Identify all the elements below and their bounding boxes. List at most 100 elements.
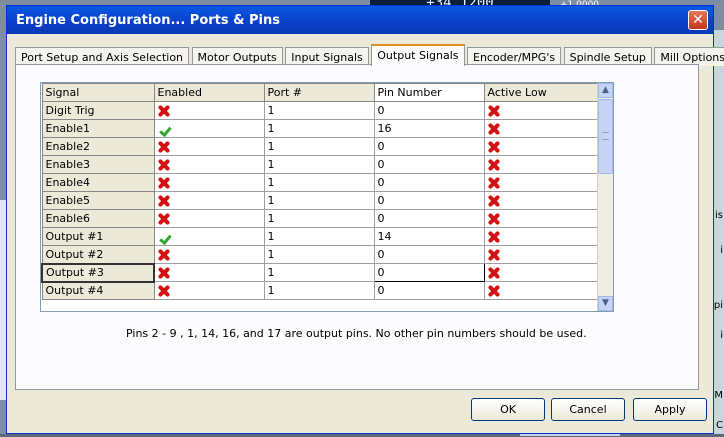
column-header-active-low[interactable]: Active Low: [483, 83, 601, 102]
table-row[interactable]: Enable5 1 0: [41, 191, 601, 210]
port-cell[interactable]: 1: [263, 101, 375, 120]
column-header-pin-number[interactable]: Pin Number: [373, 83, 485, 102]
column-header-signal[interactable]: Signal: [41, 83, 155, 102]
red-x-icon[interactable]: [488, 231, 500, 243]
table-row[interactable]: Enable3 1 0: [41, 155, 601, 174]
port-cell[interactable]: 1: [263, 119, 375, 138]
enabled-cell[interactable]: [153, 119, 265, 138]
red-x-icon[interactable]: [158, 285, 170, 297]
port-cell[interactable]: 1: [263, 227, 375, 246]
table-row[interactable]: Enable6 1 0: [41, 209, 601, 228]
red-x-icon[interactable]: [488, 141, 500, 153]
dialog-titlebar[interactable]: Engine Configuration... Ports & Pins ✕: [7, 6, 713, 34]
scroll-thumb[interactable]: [598, 99, 613, 174]
enabled-cell[interactable]: [153, 263, 265, 282]
apply-button[interactable]: Apply: [633, 398, 707, 421]
table-row[interactable]: Output #2 1 0: [41, 245, 601, 264]
close-button[interactable]: ✕: [688, 10, 708, 30]
red-x-icon[interactable]: [158, 159, 170, 171]
signal-cell[interactable]: Output #4: [41, 281, 155, 300]
pin-number-cell[interactable]: 0: [373, 137, 485, 156]
signal-cell[interactable]: Digit Trig: [41, 101, 155, 120]
pin-number-cell[interactable]: 0: [373, 191, 485, 210]
red-x-icon[interactable]: [488, 177, 500, 189]
table-row[interactable]: Enable1 1 16: [41, 119, 601, 138]
pin-number-cell[interactable]: 14: [373, 227, 485, 246]
pin-number-cell[interactable]: 0: [373, 263, 485, 282]
active-low-cell[interactable]: [483, 119, 601, 138]
port-cell[interactable]: 1: [263, 155, 375, 174]
pin-number-cell[interactable]: 0: [373, 173, 485, 192]
enabled-cell[interactable]: [153, 155, 265, 174]
red-x-icon[interactable]: [158, 141, 170, 153]
table-row[interactable]: Digit Trig 1 0: [41, 101, 601, 120]
enabled-cell[interactable]: [153, 173, 265, 192]
signal-cell[interactable]: Output #2: [41, 245, 155, 264]
signal-cell[interactable]: Enable5: [41, 191, 155, 210]
table-row[interactable]: Output #4 1 0: [41, 281, 601, 300]
port-cell[interactable]: 1: [263, 245, 375, 264]
scroll-up-button[interactable]: ▲: [598, 83, 613, 98]
signal-cell[interactable]: Enable1: [41, 119, 155, 138]
pin-number-cell[interactable]: 16: [373, 119, 485, 138]
port-cell[interactable]: 1: [263, 191, 375, 210]
table-row[interactable]: Output #1 1 14: [41, 227, 601, 246]
vertical-scrollbar[interactable]: ▲ ▼: [597, 83, 613, 311]
red-x-icon[interactable]: [488, 249, 500, 261]
pin-number-cell[interactable]: 0: [373, 245, 485, 264]
port-cell[interactable]: 1: [263, 137, 375, 156]
red-x-icon[interactable]: [488, 195, 500, 207]
enabled-cell[interactable]: [153, 245, 265, 264]
port-cell[interactable]: 1: [263, 263, 375, 282]
red-x-icon[interactable]: [488, 123, 500, 135]
enabled-cell[interactable]: [153, 191, 265, 210]
active-low-cell[interactable]: [483, 101, 601, 120]
red-x-icon[interactable]: [488, 159, 500, 171]
red-x-icon[interactable]: [158, 249, 170, 261]
red-x-icon[interactable]: [488, 105, 500, 117]
table-row[interactable]: Output #3 1 0: [41, 262, 601, 283]
active-low-cell[interactable]: [483, 281, 601, 300]
signal-cell[interactable]: Enable3: [41, 155, 155, 174]
red-x-icon[interactable]: [158, 177, 170, 189]
signal-cell[interactable]: Output #3: [41, 262, 155, 283]
signal-cell[interactable]: Enable4: [41, 173, 155, 192]
active-low-cell[interactable]: [483, 209, 601, 228]
active-low-cell[interactable]: [483, 137, 601, 156]
port-cell[interactable]: 1: [263, 281, 375, 300]
signal-cell[interactable]: Enable6: [41, 209, 155, 228]
enabled-cell[interactable]: [153, 209, 265, 228]
table-row[interactable]: Enable4 1 0: [41, 173, 601, 192]
enabled-cell[interactable]: [153, 101, 265, 120]
red-x-icon[interactable]: [158, 105, 170, 117]
red-x-icon[interactable]: [488, 285, 500, 297]
port-cell[interactable]: 1: [263, 173, 375, 192]
active-low-cell[interactable]: [483, 191, 601, 210]
enabled-cell[interactable]: [153, 281, 265, 300]
column-header-enabled[interactable]: Enabled: [153, 83, 265, 102]
signal-cell[interactable]: Enable2: [41, 137, 155, 156]
ok-button[interactable]: OK: [471, 398, 545, 421]
table-row[interactable]: Enable2 1 0: [41, 137, 601, 156]
green-check-icon[interactable]: [158, 231, 171, 243]
red-x-icon[interactable]: [158, 195, 170, 207]
green-check-icon[interactable]: [158, 123, 171, 135]
pin-number-cell[interactable]: 0: [373, 101, 485, 120]
enabled-cell[interactable]: [153, 137, 265, 156]
pin-number-cell[interactable]: 0: [373, 209, 485, 228]
cancel-button[interactable]: Cancel: [551, 398, 625, 421]
scroll-down-button[interactable]: ▼: [598, 296, 613, 311]
active-low-cell[interactable]: [483, 245, 601, 264]
red-x-icon[interactable]: [158, 267, 170, 279]
pin-number-cell[interactable]: 0: [373, 155, 485, 174]
column-header-port[interactable]: Port #: [263, 83, 375, 102]
red-x-icon[interactable]: [158, 213, 170, 225]
port-cell[interactable]: 1: [263, 209, 375, 228]
active-low-cell[interactable]: [483, 227, 601, 246]
tab-output-signals[interactable]: Output Signals: [371, 44, 465, 66]
active-low-cell[interactable]: [483, 173, 601, 192]
signal-cell[interactable]: Output #1: [41, 227, 155, 246]
active-low-cell[interactable]: [483, 263, 601, 282]
enabled-cell[interactable]: [153, 227, 265, 246]
red-x-icon[interactable]: [488, 213, 500, 225]
